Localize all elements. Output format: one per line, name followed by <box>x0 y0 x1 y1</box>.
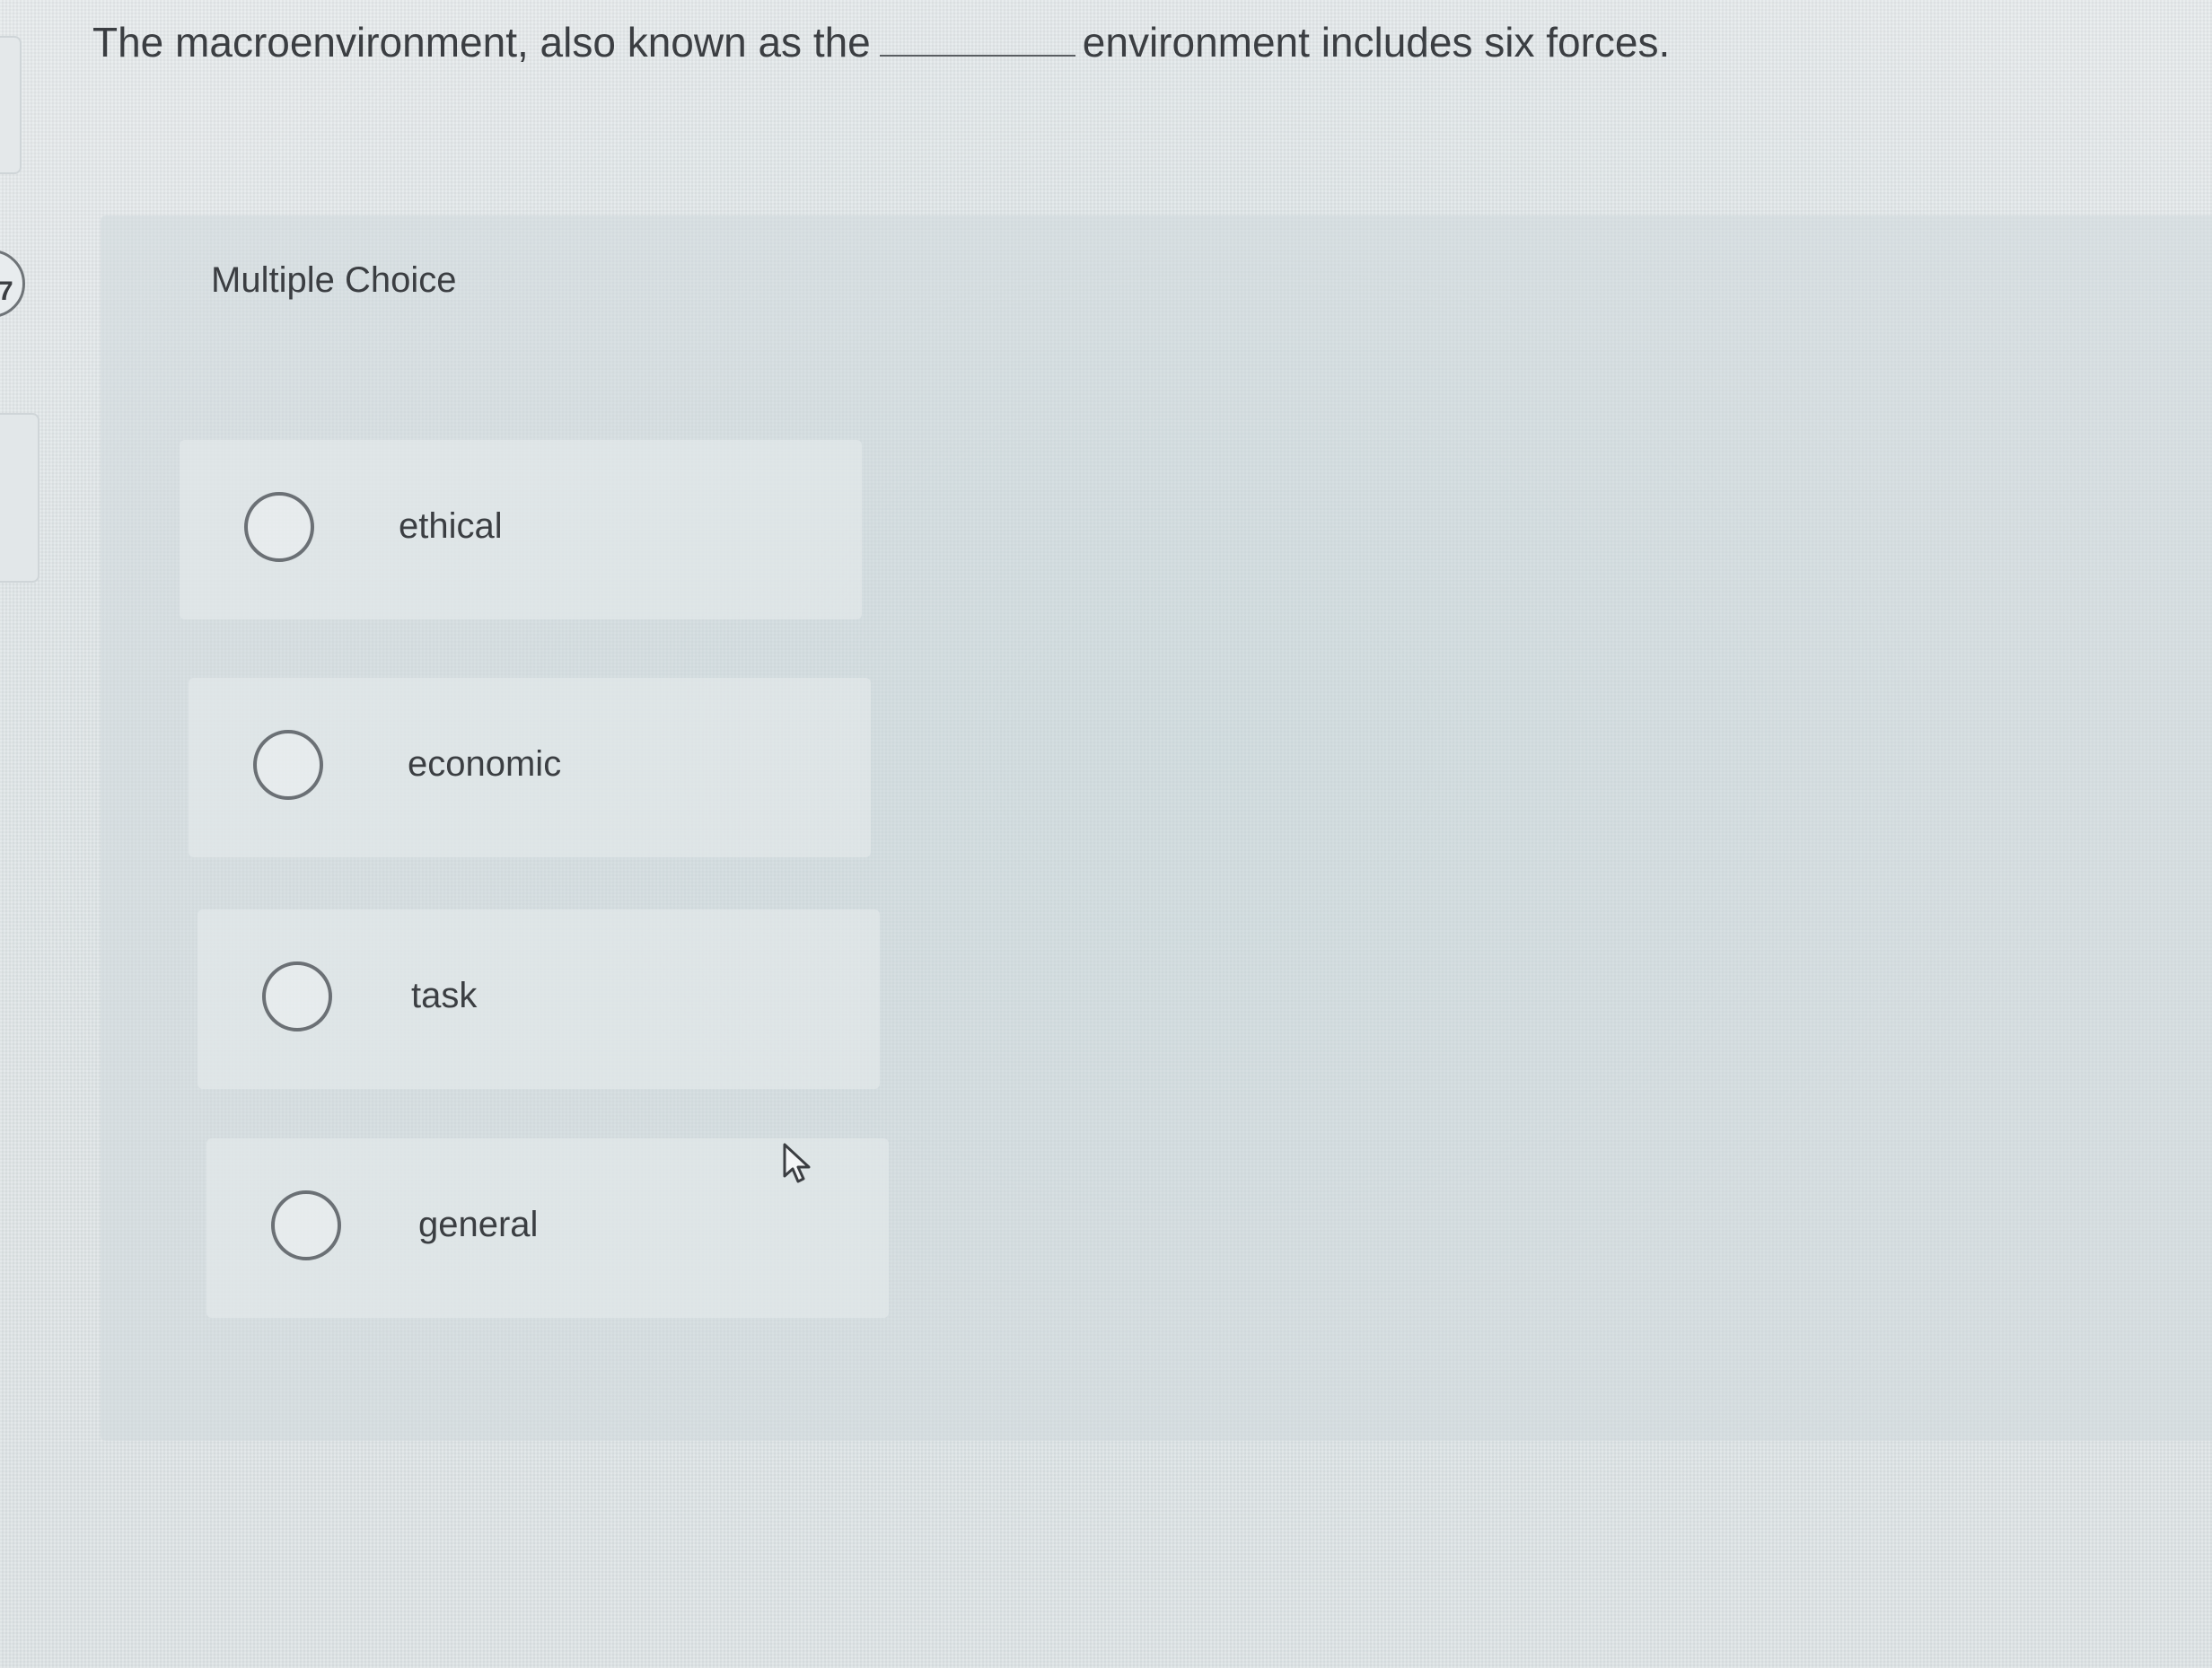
radio-unselected-icon[interactable] <box>271 1190 341 1260</box>
side-nav-tab-lower[interactable] <box>0 413 40 583</box>
option-task[interactable]: task <box>198 909 880 1089</box>
answer-blank <box>879 19 1075 57</box>
question-number: 7 <box>0 277 13 306</box>
option-ethical[interactable]: ethical <box>180 440 862 619</box>
option-label: economic <box>408 744 562 784</box>
question-prompt: The macroenvironment, also known as the e… <box>92 13 2157 72</box>
option-economic[interactable]: economic <box>189 678 871 857</box>
option-label: ethical <box>399 506 503 546</box>
radio-unselected-icon[interactable] <box>262 961 332 1032</box>
side-nav-tab[interactable] <box>0 36 22 174</box>
question-text-before: The macroenvironment, also known as the <box>92 19 871 66</box>
question-text-after: environment includes six forces. <box>1082 19 1671 66</box>
option-label: task <box>411 976 478 1015</box>
mouse-pointer-icon <box>783 1143 811 1183</box>
option-label: general <box>418 1205 539 1244</box>
radio-unselected-icon[interactable] <box>244 492 314 562</box>
section-label: Multiple Choice <box>211 260 457 300</box>
radio-unselected-icon[interactable] <box>253 730 323 800</box>
